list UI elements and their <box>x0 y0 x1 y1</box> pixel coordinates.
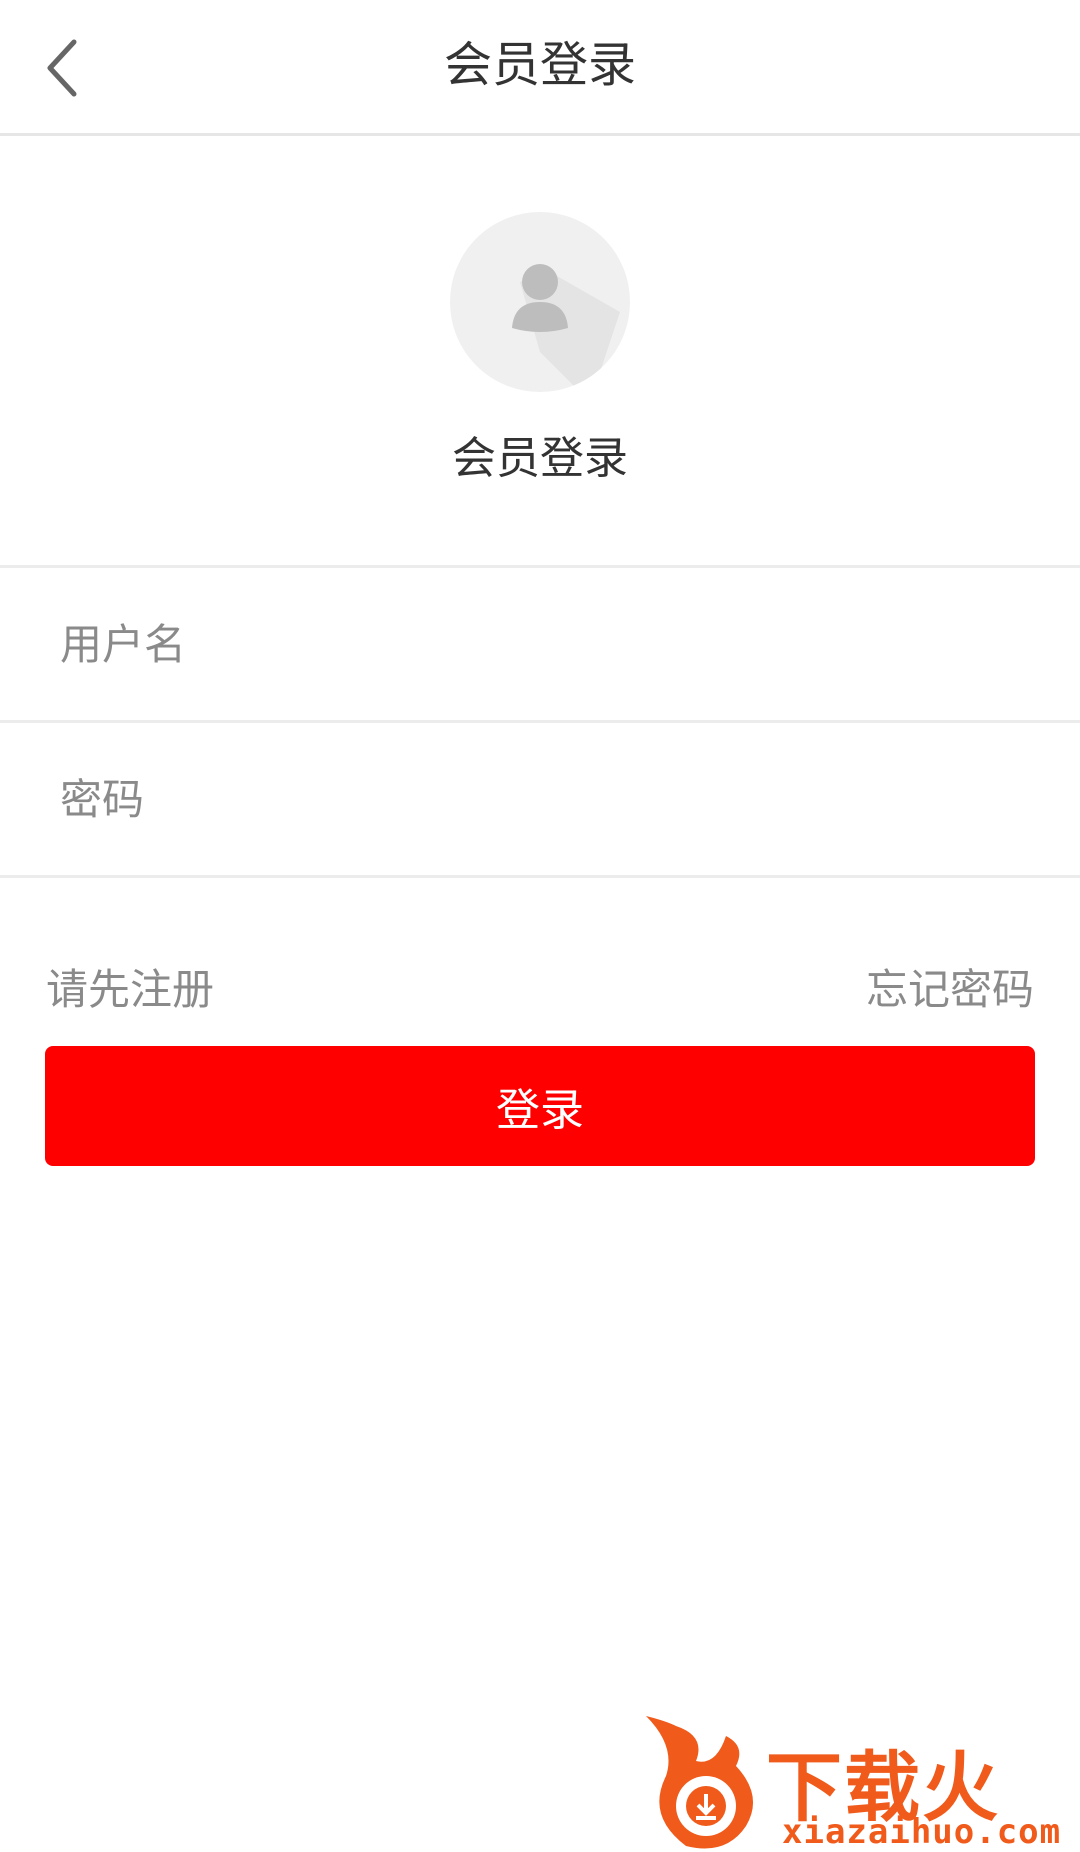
profile-section: 会员登录 <box>0 139 1080 565</box>
forgot-password-link[interactable]: 忘记密码 <box>866 955 1034 1025</box>
auth-links: 请先注册 忘记密码 <box>46 955 1034 1025</box>
divider <box>0 875 1080 878</box>
watermark-url: xiazaihuo.com <box>782 1812 1062 1852</box>
register-link[interactable]: 请先注册 <box>46 955 214 1025</box>
watermark-logo: 下载火 xiazaihuo.com <box>636 1706 1076 1852</box>
page-title: 会员登录 <box>443 37 636 93</box>
username-input[interactable] <box>0 568 1080 720</box>
flame-logo-icon <box>646 1716 754 1849</box>
top-bar: 会员登录 <box>0 0 1080 136</box>
username-row <box>0 568 1080 720</box>
login-button[interactable]: 登录 <box>45 1046 1035 1166</box>
password-input[interactable] <box>0 723 1080 875</box>
password-row <box>0 723 1080 875</box>
profile-label: 会员登录 <box>452 433 628 484</box>
avatar <box>450 212 630 392</box>
user-avatar-icon <box>512 264 620 392</box>
